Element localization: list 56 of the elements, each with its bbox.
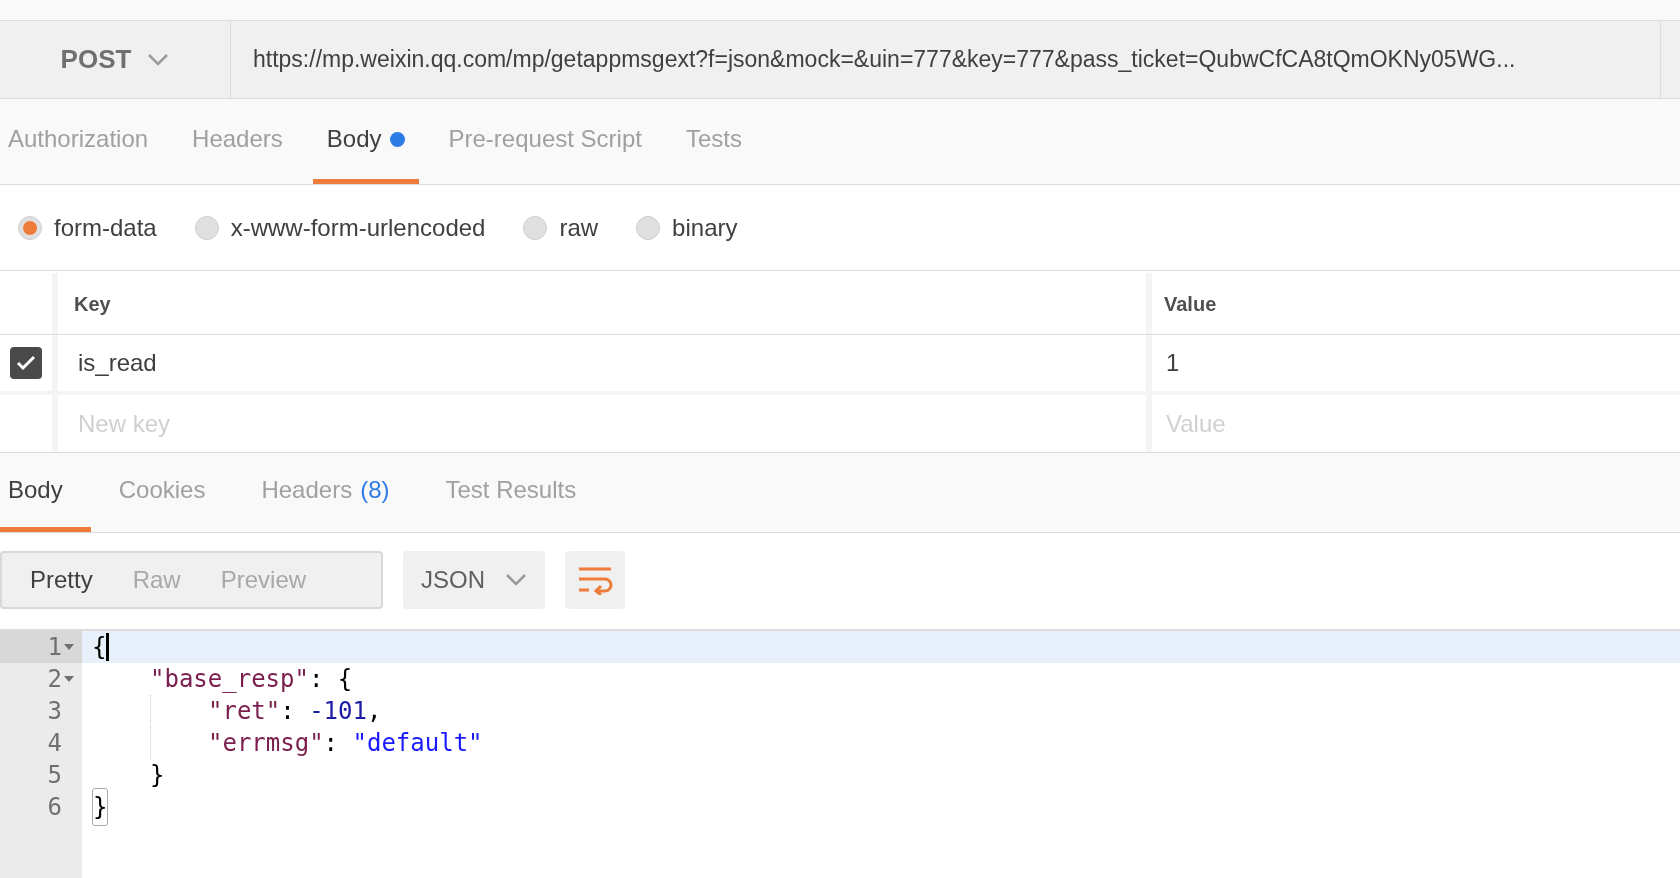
response-tab[interactable]: Cookies [90, 453, 234, 532]
line-number: 3 [47, 696, 62, 727]
code-token: } [150, 760, 165, 791]
code-token: "errmsg" [208, 728, 324, 759]
code-token: { [92, 632, 107, 663]
radio-label: x-www-form-urlencoded [230, 212, 486, 243]
checkmark-icon [16, 355, 36, 371]
code-token: { [337, 664, 353, 695]
text-cursor [106, 633, 110, 661]
line-number: 4 [47, 728, 62, 759]
request-tab[interactable]: Headers [178, 99, 297, 184]
chevron-down-icon [147, 52, 170, 67]
radio-label: form-data [54, 212, 157, 243]
line-number: 5 [47, 760, 62, 791]
radio-label: raw [559, 212, 599, 243]
code-token: "ret" [208, 696, 281, 727]
code-token: : [323, 728, 340, 759]
line-number: 2 [47, 664, 62, 695]
radio-button[interactable] [523, 215, 548, 240]
method-dropdown[interactable]: POST [0, 21, 231, 98]
code-token: , [366, 696, 382, 727]
checkbox[interactable] [10, 347, 42, 379]
radio-button[interactable] [18, 215, 42, 240]
code-token: : [280, 696, 296, 727]
column-header: Key [58, 273, 1152, 334]
radio-label: binary [672, 212, 738, 243]
request-tab[interactable]: Body [312, 99, 419, 184]
format-dropdown[interactable]: JSON [403, 551, 545, 609]
code-token: : [308, 664, 325, 695]
request-tab[interactable]: Authorization [0, 99, 163, 184]
line-number: 6 [47, 792, 62, 823]
param-value-field[interactable]: 1 [1152, 335, 1680, 391]
fold-caret-icon[interactable] [64, 676, 74, 682]
wrap-lines-button[interactable] [565, 551, 625, 609]
code-token: -101 [309, 696, 367, 727]
response-tab[interactable]: Test Results [417, 453, 605, 532]
code-token: "default" [352, 728, 483, 759]
view-mode-tab[interactable]: Preview [200, 562, 327, 598]
response-tab[interactable]: Headers (8) [233, 453, 418, 532]
line-number: 1 [47, 632, 62, 663]
code-token: "base_resp" [150, 664, 309, 695]
view-mode-tab[interactable]: Raw [112, 562, 201, 598]
code-token: } [92, 788, 109, 826]
request-tab[interactable]: Pre-request Script [434, 99, 656, 184]
request-tab[interactable]: Tests [671, 99, 756, 184]
key-field[interactable]: is_read [58, 335, 1152, 391]
fold-caret-icon[interactable] [64, 644, 74, 650]
column-header: Value [1163, 291, 1218, 317]
view-mode-tab[interactable]: Pretty [10, 562, 113, 598]
wrap-lines-icon [577, 565, 613, 595]
response-tab[interactable]: Body [0, 453, 91, 532]
radio-button[interactable] [636, 215, 661, 240]
header-count: (8) [360, 475, 390, 505]
chevron-down-icon [505, 573, 527, 587]
url-field[interactable]: https://mp.weixin.qq.com/mp/getappmsgext?f=json&mock=&uin=777&key=777&pass_ticket=QubwCfCA8tQmOKNy05WG... [231, 21, 1661, 98]
radio-button[interactable] [194, 215, 219, 240]
